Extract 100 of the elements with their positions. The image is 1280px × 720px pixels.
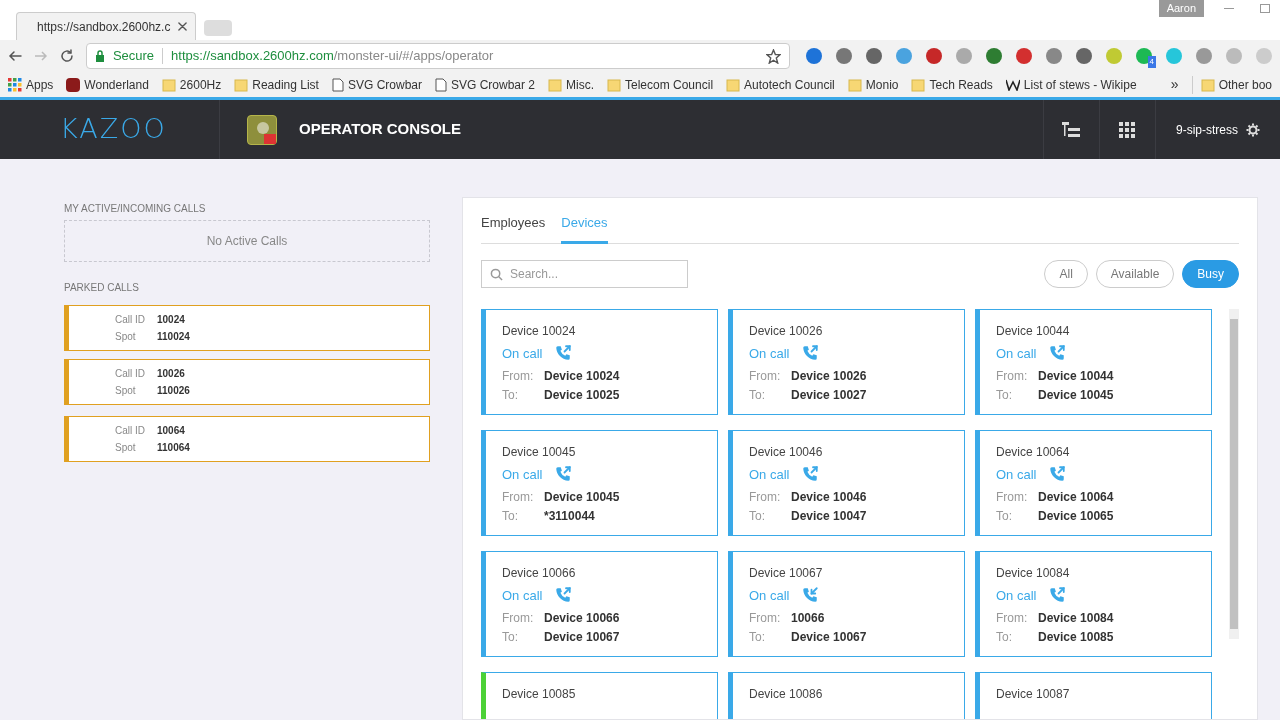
overflow-chevron[interactable]: » (1170, 74, 1179, 95)
bookmark[interactable]: SVG Crowbar (331, 75, 422, 94)
bookmark[interactable]: Tech Reads (911, 75, 993, 94)
extension-icon[interactable] (1046, 48, 1062, 64)
to-value: Device 10025 (544, 387, 621, 404)
device-card[interactable]: Device 10024 On call From: Device 10024 To: Device 10025 (481, 308, 718, 415)
device-name: Device 10067 (749, 564, 824, 582)
bookmark[interactable]: Other boo (1191, 75, 1272, 94)
to-value: Device 10045 (1038, 387, 1115, 404)
device-card[interactable]: Device 10066 On call From: Device 10066 To: Device 10067 (481, 550, 718, 657)
gears-icon (1246, 122, 1260, 137)
bookmark[interactable]: 2600Hz (161, 75, 222, 94)
call-status: On call (996, 586, 1037, 605)
page-icon (435, 77, 447, 92)
device-card[interactable]: Device 10085 (481, 671, 718, 719)
spot-label: Spot (115, 384, 137, 398)
section-heading: MY ACTIVE/INCOMING CALLS (64, 202, 207, 216)
to-label: To: (749, 629, 766, 646)
extension-icon[interactable] (1136, 48, 1152, 64)
to-label: To: (996, 387, 1013, 404)
badge-count: 4 (1147, 56, 1156, 68)
device-name: Device 10024 (502, 322, 577, 340)
reload-icon[interactable] (59, 49, 74, 63)
address-bar[interactable]: Secure https://sandbox.2600hz.com/monster-ui/#/apps/operator (85, 43, 790, 69)
parked-call-card[interactable]: Call ID 10026 Spot 110026 (64, 359, 430, 405)
bookmark[interactable]: Reading List (234, 75, 319, 94)
empty-calls-box: No Active Calls (64, 220, 430, 262)
extension-icon[interactable] (896, 48, 912, 64)
call-status: On call (502, 344, 543, 363)
filter-button[interactable]: Available (1095, 259, 1175, 288)
bookmark[interactable]: Autotech Council (726, 75, 835, 94)
device-card[interactable]: Device 10026 On call From: Device 10026 To: Device 10027 (728, 308, 965, 415)
call-status: On call (749, 586, 790, 605)
extension-icon[interactable] (1016, 48, 1032, 64)
bookmark[interactable]: Apps (8, 75, 54, 94)
extension-icon[interactable] (926, 48, 942, 64)
device-card[interactable]: Device 10044 On call From: Device 10044 To: Device 10045 (975, 308, 1212, 415)
lock-icon (94, 50, 105, 62)
account-menu[interactable]: 9-sip-stress (1155, 100, 1280, 159)
from-value: 10066 (791, 610, 826, 627)
device-card[interactable]: Device 10046 On call From: Device 10046 To: Device 10047 (728, 429, 965, 536)
app-icon (247, 114, 277, 145)
bookmark[interactable]: Monio (847, 75, 899, 94)
from-value: Device 10046 (791, 489, 868, 506)
device-name: Device 10085 (502, 685, 577, 703)
spot-value: 110024 (157, 330, 191, 344)
star-icon[interactable] (766, 48, 781, 64)
folder-icon (234, 77, 249, 92)
to-label: To: (502, 508, 519, 525)
browser-tab[interactable]: https://sandbox.2600hz.c (16, 12, 196, 40)
wikipedia-icon (1005, 78, 1020, 91)
to-label: To: (996, 508, 1013, 525)
spot-value: 110026 (157, 384, 191, 398)
filter-button[interactable]: All (1044, 259, 1088, 288)
close-icon[interactable] (178, 22, 188, 31)
url-host: https://sandbox.2600hz.com (171, 47, 334, 66)
from-label: From: (502, 489, 535, 506)
extension-icon[interactable] (1196, 48, 1212, 64)
folder-icon (548, 77, 562, 92)
folder-icon (726, 77, 741, 92)
call-id-label: Call ID (115, 424, 146, 438)
to-label: To: (996, 629, 1013, 646)
extension-icon[interactable] (1076, 48, 1092, 64)
to-value: Device 10067 (544, 629, 621, 646)
device-card[interactable]: Device 10064 On call From: Device 10064 To: Device 10065 (975, 429, 1212, 536)
bookmark[interactable]: Wonderland (66, 75, 149, 94)
from-value: Device 10066 (544, 610, 621, 627)
device-card[interactable]: Device 10067 On call From: 10066 To: Device 10067 (728, 550, 965, 657)
bookmark[interactable]: SVG Crowbar 2 (435, 75, 535, 94)
maximize-icon[interactable] (1260, 4, 1270, 13)
back-icon[interactable] (8, 49, 22, 63)
from-value: Device 10026 (791, 368, 868, 385)
bookmark[interactable]: Misc. (548, 75, 594, 94)
device-name: Device 10045 (502, 443, 577, 461)
bookmark[interactable]: List of stews - Wikipe (1005, 75, 1137, 94)
tab-title: https://sandbox.2600hz.c (37, 18, 171, 36)
tab[interactable]: Employees (481, 213, 546, 244)
device-card[interactable]: Device 10045 On call From: Device 10045 To: *3110044 (481, 429, 718, 536)
call-status: On call (996, 465, 1037, 484)
from-label: From: (996, 610, 1029, 627)
to-label: To: (749, 387, 766, 404)
to-label: To: (749, 508, 766, 525)
device-card[interactable]: Device 10084 On call From: Device 10084 To: Device 10085 (975, 550, 1212, 657)
call-status: On call (749, 465, 790, 484)
extension-icon[interactable] (836, 48, 852, 64)
device-card[interactable]: Device 10086 (728, 671, 965, 719)
bookmark[interactable]: Telecom Council (607, 75, 714, 94)
spot-label: Spot (115, 330, 137, 344)
extension-icon[interactable] (806, 48, 822, 64)
device-card[interactable]: Device 10087 (975, 671, 1212, 719)
to-value: Device 10067 (791, 629, 868, 646)
from-label: From: (749, 610, 782, 627)
parked-call-card[interactable]: Call ID 10024 Spot 110024 (64, 305, 430, 351)
extension-icon[interactable] (866, 48, 882, 64)
search-field[interactable]: Search... (481, 259, 688, 288)
secure-label: Secure (112, 47, 155, 66)
call-id-value: 10026 (157, 367, 186, 381)
parked-call-card[interactable]: Call ID 10064 Spot 110064 (64, 416, 430, 462)
call-status: On call (749, 344, 790, 363)
extension-icon[interactable] (986, 48, 1002, 64)
